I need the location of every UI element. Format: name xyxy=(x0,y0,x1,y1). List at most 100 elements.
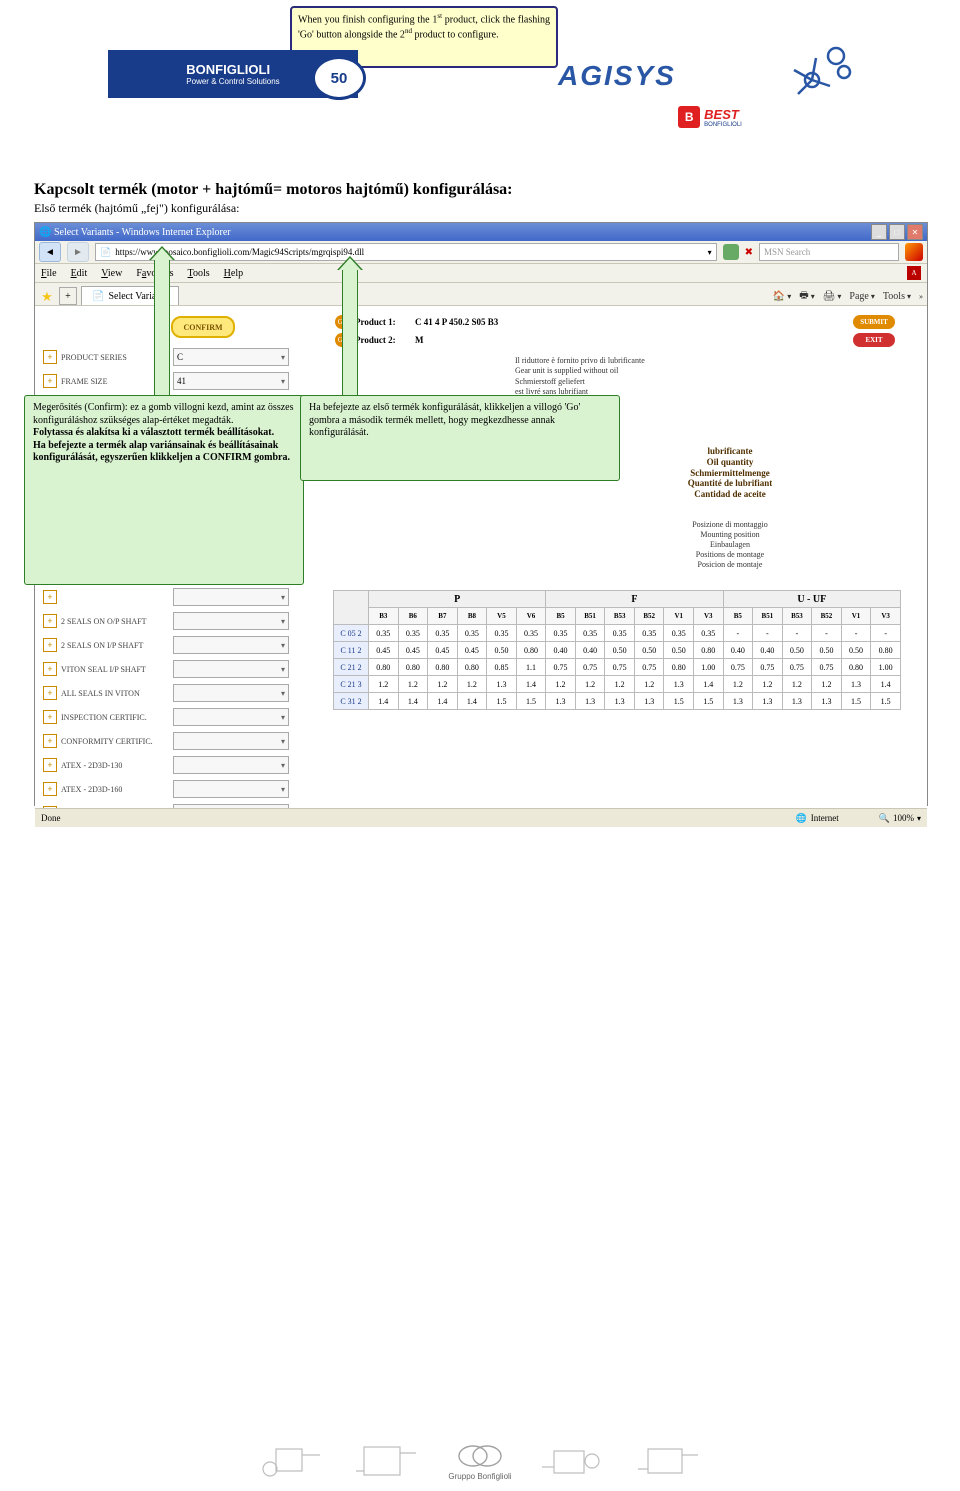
stop-icon[interactable]: ✖ xyxy=(745,247,753,258)
live-search-icon[interactable] xyxy=(905,243,923,261)
field-select[interactable]: ▾ xyxy=(173,588,289,606)
refresh-button[interactable] xyxy=(723,244,739,260)
field-select[interactable]: ▾ xyxy=(173,804,289,808)
field-select[interactable]: ▾ xyxy=(173,684,289,702)
field-select[interactable]: 41▾ xyxy=(173,372,289,390)
field-select[interactable]: ▾ xyxy=(173,708,289,726)
home-button[interactable]: 🏠 ▾ xyxy=(773,291,791,302)
field-select[interactable]: C▾ xyxy=(173,348,289,366)
expand-icon[interactable]: + xyxy=(43,782,57,796)
confirm-button[interactable]: CONFIRM xyxy=(171,316,235,338)
agisys-logo: AGISYS xyxy=(558,56,782,96)
field-select[interactable]: ▾ xyxy=(173,732,289,750)
field-row: +▾ xyxy=(43,586,289,608)
expand-icon[interactable]: + xyxy=(43,758,57,772)
expand-icon[interactable]: + xyxy=(43,734,57,748)
favorites-star-icon[interactable]: ★ xyxy=(39,289,55,305)
cell: 1.2 xyxy=(723,676,753,693)
maximize-button[interactable]: □ xyxy=(889,224,905,240)
callout-go: Ha befejezte az első termék konfigurálás… xyxy=(300,395,620,481)
field-select[interactable]: ▾ xyxy=(173,756,289,774)
close-button[interactable]: ✕ xyxy=(907,224,923,240)
add-favorite-icon[interactable]: + xyxy=(59,287,77,305)
product1-label: Product 1: xyxy=(355,317,415,327)
chevron-down-icon: ▾ xyxy=(281,689,285,698)
menu-file[interactable]: File xyxy=(41,268,57,279)
exit-button[interactable]: EXIT xyxy=(853,333,895,347)
cell: 1.3 xyxy=(723,693,753,710)
dropdown-icon[interactable]: ▾ xyxy=(708,248,712,257)
info-bold-line: Oil quantity xyxy=(575,457,885,468)
info-bold-line: lubrificante xyxy=(575,446,885,457)
field-label: CONFORMITY CERTIFIC. xyxy=(61,737,173,746)
cell: 1.3 xyxy=(575,693,605,710)
field-select[interactable]: ▾ xyxy=(173,636,289,654)
search-placeholder: MSN Search xyxy=(764,247,810,257)
back-button[interactable]: ◄ xyxy=(39,242,61,262)
expand-icon[interactable]: + xyxy=(43,350,57,364)
tools-menu[interactable]: Tools ▾ xyxy=(883,291,911,302)
cell: 0.35 xyxy=(457,625,487,642)
field-label: 2 SEALS ON O/P SHAFT xyxy=(61,617,173,626)
menu-tools[interactable]: Tools xyxy=(188,268,210,279)
cell: 0.35 xyxy=(516,625,546,642)
field-row: +ALL SEALS IN VITON▾ xyxy=(43,682,289,704)
status-done: Done xyxy=(41,813,61,823)
expand-icon[interactable]: + xyxy=(43,590,57,604)
cell: 1.4 xyxy=(871,676,901,693)
print-button[interactable]: 🖨 ▾ xyxy=(823,291,842,302)
address-bar[interactable]: 📄 https://www.mosaico.bonfiglioli.com/Ma… xyxy=(95,243,717,261)
cell: 0.45 xyxy=(398,642,428,659)
expand-icon[interactable]: + xyxy=(43,806,57,808)
cell: - xyxy=(841,625,871,642)
field-select[interactable]: ▾ xyxy=(173,780,289,798)
expand-icon[interactable]: + xyxy=(43,686,57,700)
window-titlebar: 🌐 Select Variants - Windows Internet Exp… xyxy=(35,223,927,241)
field-select[interactable]: ▾ xyxy=(173,612,289,630)
col-group: F xyxy=(546,591,723,608)
propeller-gear-icon xyxy=(784,36,856,108)
gearbox-icon xyxy=(256,1441,326,1481)
chevron-down-icon: ▾ xyxy=(281,617,285,626)
cell: - xyxy=(871,625,901,642)
feeds-button[interactable]: 🖶 ▾ xyxy=(799,288,814,305)
menu-help[interactable]: Help xyxy=(224,268,243,279)
page-menu[interactable]: Page ▾ xyxy=(849,291,874,302)
cell: 0.45 xyxy=(369,642,399,659)
expand-icon[interactable]: + xyxy=(43,662,57,676)
cell: 1.4 xyxy=(457,693,487,710)
cell: 0.80 xyxy=(457,659,487,676)
menu-edit[interactable]: Edit xyxy=(71,268,88,279)
chevron-down-icon: ▾ xyxy=(281,761,285,770)
row-label: C 21 2 xyxy=(334,659,369,676)
cell: 0.75 xyxy=(634,659,664,676)
search-input[interactable]: MSN Search xyxy=(759,243,899,261)
expand-icon[interactable]: + xyxy=(43,638,57,652)
menu-view[interactable]: View xyxy=(101,268,122,279)
cell: 0.75 xyxy=(723,659,753,676)
field-row: +INSPECTION CERTIFIC.▾ xyxy=(43,706,289,728)
heading-main: Kapcsolt termék (motor + hajtómű= motoro… xyxy=(34,181,926,199)
expand-icon[interactable]: + xyxy=(43,614,57,628)
cell: 0.35 xyxy=(546,625,576,642)
forward-button[interactable]: ► xyxy=(67,242,89,262)
col-sub: V5 xyxy=(487,608,517,625)
best-logo: B BEST BONFIGLIOLI xyxy=(650,102,770,132)
status-bar: Done 🌐 Internet 🔍 100% ▾ xyxy=(35,808,927,827)
expand-icon[interactable]: + xyxy=(43,710,57,724)
gearbox-icon xyxy=(538,1441,608,1481)
cell: 1.5 xyxy=(694,693,724,710)
product2-value: M xyxy=(415,335,424,345)
field-select[interactable]: ▾ xyxy=(173,660,289,678)
cell: 0.80 xyxy=(369,659,399,676)
expand-icon[interactable]: + xyxy=(43,374,57,388)
field-label: VITON SEAL I/P SHAFT xyxy=(61,665,173,674)
pdf-icon[interactable]: A xyxy=(907,266,921,280)
zoom-control[interactable]: 🔍 100% ▾ xyxy=(879,813,921,824)
gruppo-bonfiglioli-logo: Gruppo Bonfiglioli xyxy=(448,1442,511,1481)
minimize-button[interactable]: _ xyxy=(871,224,887,240)
oil-quantity-table: PFU - UFB3B6B7B8V5V6B5B51B53B52V1V3B5B51… xyxy=(333,590,901,710)
submit-button[interactable]: SUBMIT xyxy=(853,315,895,329)
col-sub: V3 xyxy=(694,608,724,625)
product1-value: C 41 4 P 450.2 S05 B3 xyxy=(415,317,498,327)
